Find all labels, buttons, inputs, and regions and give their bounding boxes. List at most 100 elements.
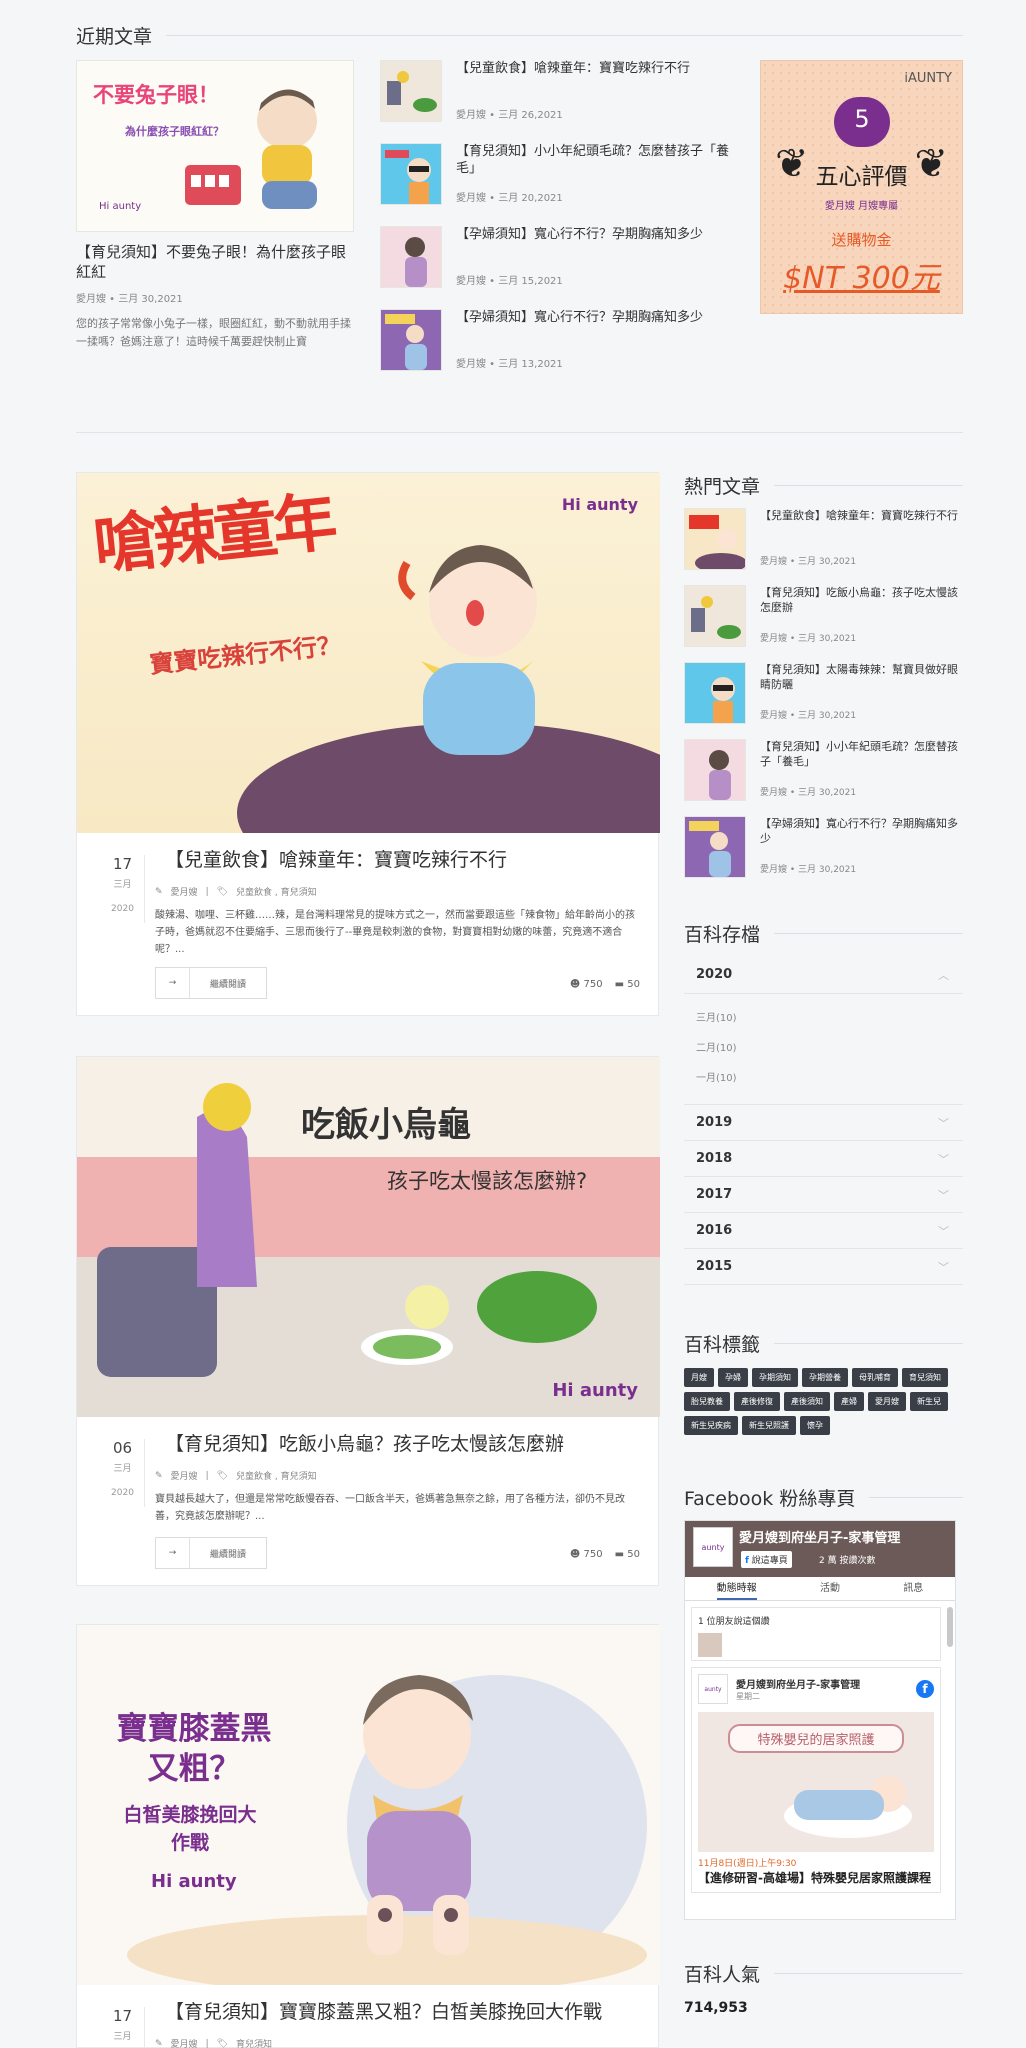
hot-item-title[interactable]: 【兒童飲食】嗆辣童年：寶寶吃辣行不行 [760, 508, 963, 523]
tag[interactable]: 胎兒教養 [684, 1392, 730, 1411]
recent-item-title[interactable]: 【育兒須知】小小年紀頭毛疏？怎麼替孩子「養毛」 [456, 143, 732, 177]
hot-thumbnail[interactable] [684, 585, 746, 647]
hot-thumbnail[interactable] [684, 662, 746, 724]
hot-item[interactable]: 【兒童飲食】嗆辣童年：寶寶吃辣行不行 愛月嫂 • 三月 30,2021 [684, 508, 963, 585]
tag[interactable]: 新生兒疾病 [684, 1416, 738, 1435]
read-more-button[interactable]: → 繼續閱讀 [155, 1537, 267, 1569]
facebook-cover[interactable]: aunty 愛月嫂到府坐月子-家事管理 f 說這專頁 2 萬 按讚次數 [685, 1521, 955, 1577]
recent-title-text: 近期文章 [76, 26, 153, 48]
hot-item-title[interactable]: 【育兒須知】吃飯小烏龜：孩子吃太慢該怎麼辦 [760, 585, 963, 615]
hot-item-title[interactable]: 【育兒須知】太陽毒辣辣：幫寶貝做好眼睛防曬 [760, 662, 963, 692]
facebook-like-button[interactable]: f 說這專頁 [741, 1551, 792, 1568]
views-count: ☻ 750 [569, 979, 603, 990]
recent-item[interactable]: 【孕婦須知】寬心行不行？孕期胸痛知多少愛月嫂 • 三月 13,2021 [380, 309, 732, 392]
recent-item[interactable]: 【孕婦須知】寬心行不行？孕期胸痛知多少 愛月嫂 • 三月 15,2021 [380, 226, 732, 309]
post-categories[interactable]: 兒童飲食 , 育兒須知 [236, 1469, 317, 1482]
post-categories[interactable]: 育兒須知 [236, 2037, 272, 2048]
tag[interactable]: 月嫂 [684, 1368, 714, 1387]
heart-icon: 5 [834, 97, 890, 147]
recent-section-title: 近期文章 [76, 22, 963, 49]
post-title[interactable]: 【育兒須知】寶寶膝蓋黑又粗？白皙美膝挽回大作戰 [165, 1997, 602, 2024]
hot-thumbnail[interactable] [684, 508, 746, 570]
hot-item[interactable]: 【育兒須知】太陽毒辣辣：幫寶貝做好眼睛防曬 愛月嫂 • 三月 30,2021 [684, 662, 963, 739]
facebook-tab-timeline[interactable]: 動態時報 [716, 1577, 757, 1600]
archive-month[interactable]: 三月(10) [684, 1004, 963, 1034]
sunglasses-kid-illustration [711, 677, 735, 723]
facebook-page-name[interactable]: 愛月嫂到府坐月子-家事管理 [739, 1527, 900, 1546]
recent-item-title[interactable]: 【孕婦須知】寬心行不行？孕期胸痛知多少 [456, 309, 732, 326]
read-more-button[interactable]: → 繼續閱讀 [155, 967, 267, 999]
post-image[interactable]: 寶寶膝蓋黑又粗？ 白皙美膝挽回大作戰 Hi aunty [77, 1625, 660, 1985]
feature-title[interactable]: 【育兒須知】不要兔子眼！為什麼孩子眼紅紅 [76, 242, 354, 282]
tag[interactable]: 產後須知 [784, 1392, 830, 1411]
post-title[interactable]: 【育兒須知】吃飯小烏龜？孩子吃太慢該怎麼辦 [165, 1429, 564, 1456]
post-title[interactable]: 【兒童飲食】嗆辣童年：寶寶吃辣行不行 [165, 845, 507, 872]
promo-gift: 送購物金 [831, 231, 892, 249]
tag[interactable]: 孕期須知 [752, 1368, 798, 1387]
facebook-post-title[interactable]: 【進修研習-高雄場】特殊嬰兒居家照護課程 [698, 1871, 934, 1886]
recent-item-meta: 愛月嫂 • 三月 13,2021 [456, 359, 563, 370]
tag[interactable]: 產婦 [834, 1392, 864, 1411]
facebook-page-widget[interactable]: aunty 愛月嫂到府坐月子-家事管理 f 說這專頁 2 萬 按讚次數 動態時報… [684, 1520, 956, 1920]
chevron-down-icon: ﹀ [938, 1152, 949, 1166]
hot-section-title: 熱門文章 [684, 472, 963, 499]
facebook-tab-messages[interactable]: 訊息 [903, 1577, 923, 1600]
tag[interactable]: 新生兒 [910, 1392, 948, 1411]
archive-months: 三月(10) 二月(10) 一月(10) [684, 994, 963, 1105]
tag[interactable]: 母乳哺育 [852, 1368, 898, 1387]
recent-item[interactable]: 【育兒須知】小小年紀頭毛疏？怎麼替孩子「養毛」愛月嫂 • 三月 20,2021 [380, 143, 732, 226]
hot-item-title[interactable]: 【孕婦須知】寬心行不行？孕期胸痛知多少 [760, 816, 963, 846]
archive-year[interactable]: 2016 ﹀ [684, 1213, 963, 1249]
recent-thumbnail[interactable] [380, 226, 442, 288]
facebook-logo-icon[interactable]: f [916, 1680, 934, 1698]
archive-year[interactable]: 2015 ﹀ [684, 1249, 963, 1285]
post-meta: ✎ 愛月嫂 | 🏷 兒童飲食 , 育兒須知 [155, 1469, 317, 1483]
facebook-tab-events[interactable]: 活動 [820, 1577, 840, 1600]
recent-thumbnail[interactable] [380, 309, 442, 371]
tag[interactable]: 新生兒照護 [742, 1416, 796, 1435]
tag[interactable]: 懷孕 [800, 1416, 830, 1435]
hot-item[interactable]: 【育兒須知】吃飯小烏龜：孩子吃太慢該怎麼辦 愛月嫂 • 三月 30,2021 [684, 585, 963, 662]
recent-feature-post[interactable]: 不要兔子眼！ 為什麼孩子眼紅紅？ Hi aunty 【育兒須知】不要兔子眼！為什… [76, 60, 354, 351]
post-author[interactable]: 愛月嫂 [171, 1469, 198, 1482]
recent-thumbnail[interactable] [380, 143, 442, 205]
post-author[interactable]: 愛月嫂 [171, 885, 198, 898]
hot-thumbnail[interactable] [684, 739, 746, 801]
archive-year-2020[interactable]: 2020 ︿ [684, 956, 963, 994]
facebook-post-image[interactable]: 特殊嬰兒的居家照護 [698, 1712, 934, 1852]
archive-year[interactable]: 2019 ﹀ [684, 1105, 963, 1141]
tag[interactable]: 孕期營養 [802, 1368, 848, 1387]
archive-month[interactable]: 二月(10) [684, 1034, 963, 1064]
recent-item-title[interactable]: 【兒童飲食】嗆辣童年：寶寶吃辣行不行 [456, 60, 732, 77]
recent-item-title[interactable]: 【孕婦須知】寬心行不行？孕期胸痛知多少 [456, 226, 732, 243]
facebook-post-avatar[interactable]: aunty [698, 1674, 728, 1704]
hot-item-title[interactable]: 【育兒須知】小小年紀頭毛疏？怎麼替孩子「養毛」 [760, 739, 963, 769]
feature-thumbnail[interactable]: 不要兔子眼！ 為什麼孩子眼紅紅？ Hi aunty [76, 60, 354, 232]
post-day: 06 [112, 1439, 133, 1457]
recent-item-meta: 愛月嫂 • 三月 20,2021 [456, 193, 563, 204]
hot-thumbnail[interactable] [684, 816, 746, 878]
post-image[interactable]: 吃飯小烏龜 孩子吃太慢該怎麼辦? Hi aunty [77, 1057, 660, 1417]
post-categories[interactable]: 兒童飲食 , 育兒須知 [236, 885, 317, 898]
tag[interactable]: 孕婦 [718, 1368, 748, 1387]
post-day: 17 [112, 2007, 133, 2025]
tag[interactable]: 愛月嫂 [868, 1392, 906, 1411]
promo-banner[interactable]: iAUNTY 5 ❦ ❦ 五心評價 愛月嫂 月嫂專屬 送購物金 $NT 300元 [760, 60, 963, 314]
facebook-post-time[interactable]: 星期二 [736, 1691, 860, 1702]
archive-month[interactable]: 一月(10) [684, 1064, 963, 1094]
facebook-post-name[interactable]: 愛月嫂到府坐月子-家事管理 [736, 1676, 860, 1691]
tag[interactable]: 育兒須知 [902, 1368, 948, 1387]
recent-item[interactable]: 【兒童飲食】嗆辣童年：寶寶吃辣行不行 愛月嫂 • 三月 26,2021 [380, 60, 732, 143]
post-image[interactable]: 嗆辣童年 寶寶吃辣行不行？ Hi aunty [77, 473, 660, 833]
tag[interactable]: 產後修復 [734, 1392, 780, 1411]
facebook-post[interactable]: aunty 愛月嫂到府坐月子-家事管理 星期二 f 特殊嬰兒的居家照護 11月8… [691, 1667, 941, 1893]
recent-thumbnail[interactable] [380, 60, 442, 122]
hot-item[interactable]: 【育兒須知】小小年紀頭毛疏？怎麼替孩子「養毛」 愛月嫂 • 三月 30,2021 [684, 739, 963, 816]
facebook-page-avatar[interactable]: aunty [693, 1527, 733, 1567]
archive-year[interactable]: 2018 ﹀ [684, 1141, 963, 1177]
hot-item[interactable]: 【孕婦須知】寬心行不行？孕期胸痛知多少 愛月嫂 • 三月 30,2021 [684, 816, 963, 893]
post-author[interactable]: 愛月嫂 [171, 2037, 198, 2048]
facebook-scrollbar[interactable] [947, 1607, 953, 1647]
facebook-tabs: 動態時報 活動 訊息 [685, 1577, 955, 1601]
archive-year[interactable]: 2017 ﹀ [684, 1177, 963, 1213]
